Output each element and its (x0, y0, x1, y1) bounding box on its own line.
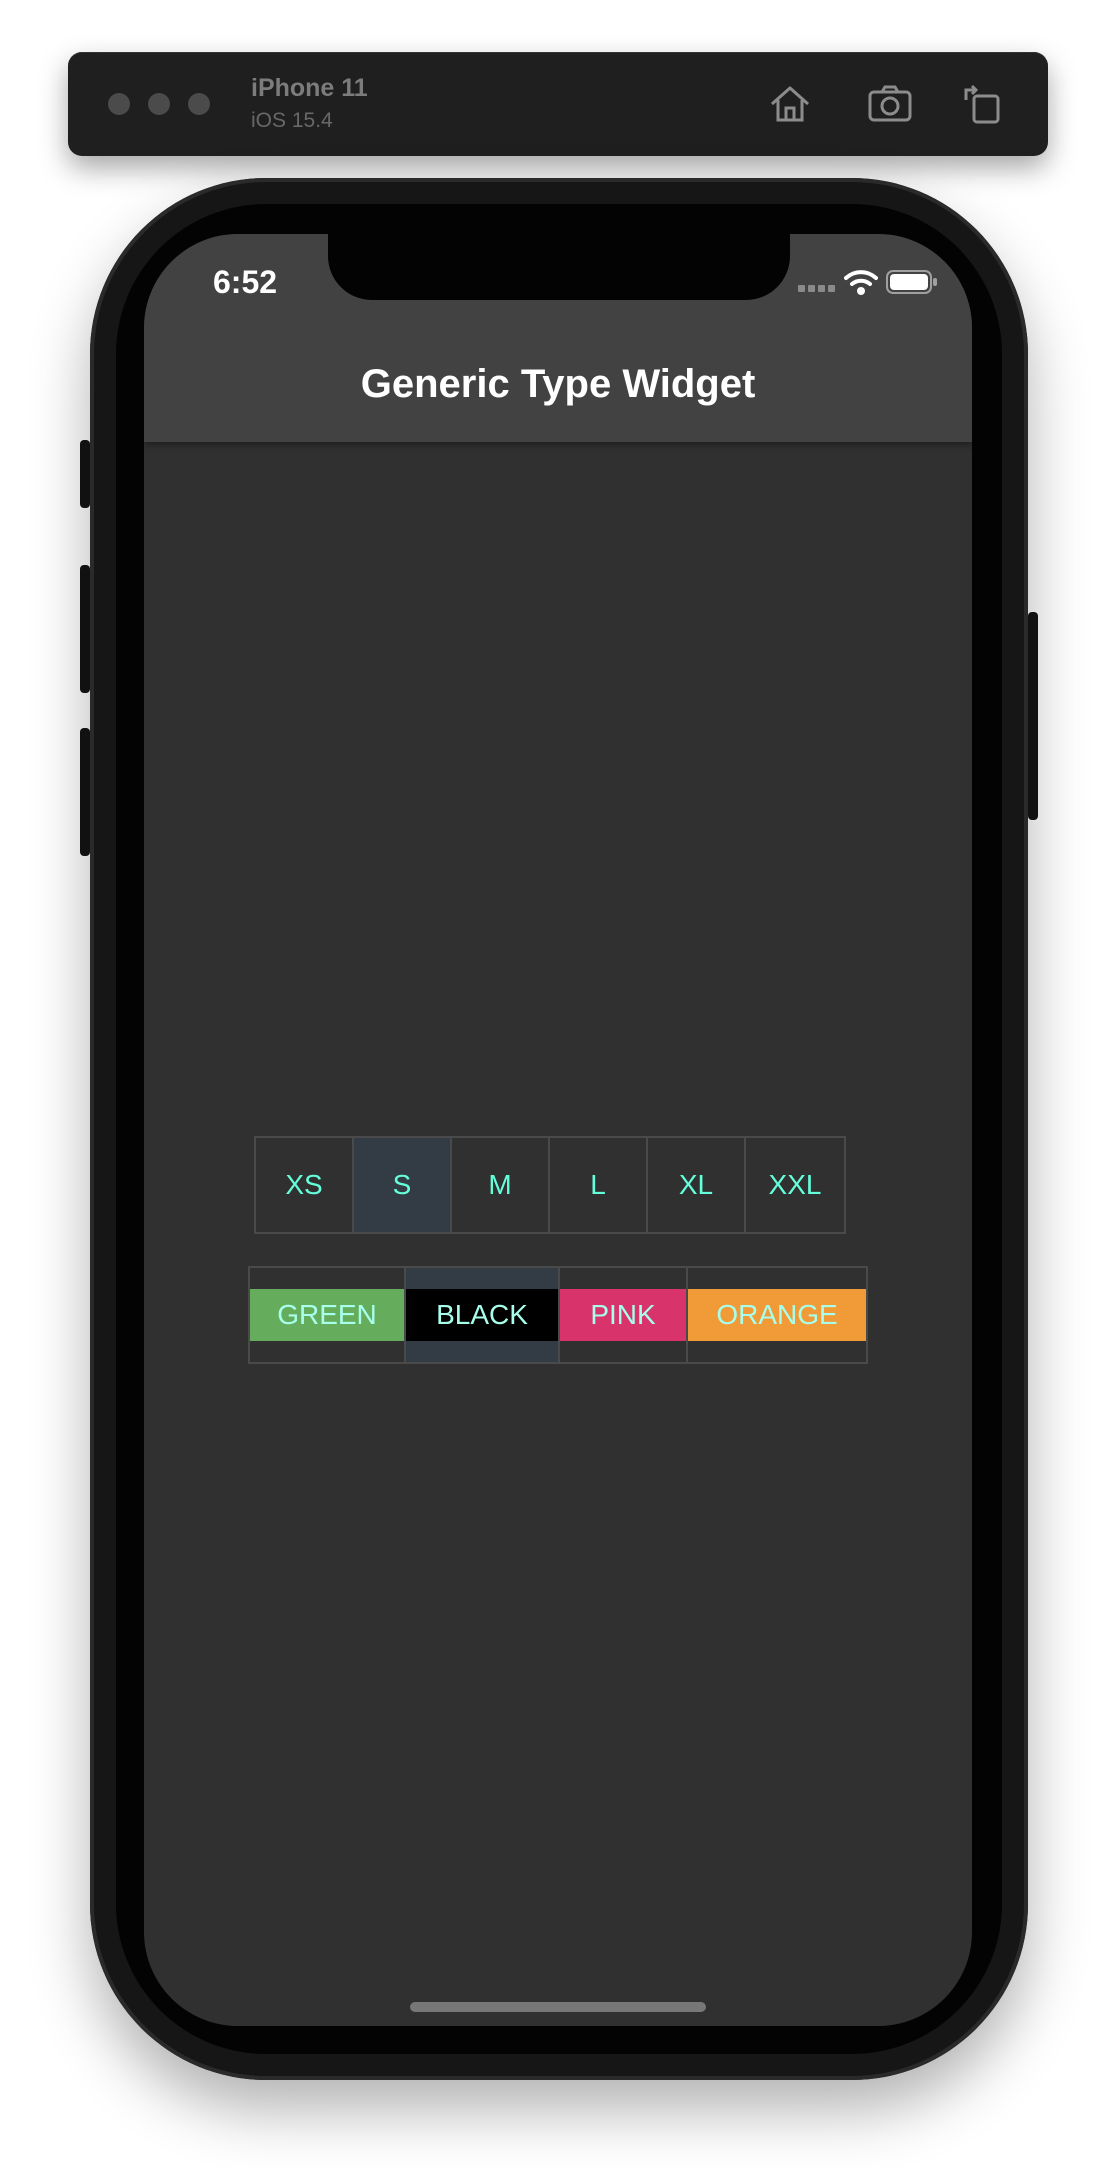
app-screen: 6:52 Generic Type Widget XS S M L XL XXL… (144, 234, 972, 2026)
color-swatch-label: PINK (560, 1289, 686, 1341)
rotate-icon[interactable] (958, 80, 1006, 128)
status-time: 6:52 (213, 264, 278, 300)
window-zoom-dot[interactable] (188, 93, 210, 115)
size-option-xs[interactable]: XS (256, 1138, 354, 1232)
app-title: Generic Type Widget (360, 362, 756, 406)
simulator-toolbar: iPhone 11 iOS 15.4 (68, 52, 1048, 156)
home-indicator[interactable] (410, 2002, 706, 2012)
size-option-l[interactable]: L (550, 1138, 648, 1232)
notch (328, 234, 790, 300)
color-option-pink[interactable]: PINK (560, 1268, 688, 1362)
size-option-m[interactable]: M (452, 1138, 550, 1232)
screenshot-icon[interactable] (866, 80, 914, 128)
color-option-black[interactable]: BLACK (406, 1268, 560, 1362)
home-icon[interactable] (766, 80, 814, 128)
size-option-xl[interactable]: XL (648, 1138, 746, 1232)
color-option-green[interactable]: GREEN (250, 1268, 406, 1362)
power-button (1028, 612, 1038, 820)
device-name: iPhone 11 (251, 74, 368, 102)
color-swatch-label: GREEN (250, 1289, 404, 1341)
wifi-icon (844, 270, 878, 295)
size-option-xxl[interactable]: XXL (746, 1138, 844, 1232)
battery-icon (886, 270, 937, 294)
os-version: iOS 15.4 (251, 109, 333, 132)
window-minimize-dot[interactable] (148, 93, 170, 115)
window-close-dot[interactable] (108, 93, 130, 115)
size-toggle-group: XS S M L XL XXL (254, 1136, 846, 1234)
color-option-orange[interactable]: ORANGE (688, 1268, 866, 1362)
volume-up-button (80, 565, 90, 693)
color-swatch-label: BLACK (406, 1289, 558, 1341)
volume-down-button (80, 728, 90, 856)
size-option-s[interactable]: S (354, 1138, 452, 1232)
color-swatch-label: ORANGE (688, 1289, 866, 1341)
cellular-icon (798, 285, 835, 292)
color-toggle-group: GREEN BLACK PINK ORANGE (248, 1266, 868, 1364)
silent-switch (80, 440, 90, 508)
simulator-window: iPhone 11 iOS 15.4 6:52 Generic Type Wid… (0, 0, 1116, 2168)
